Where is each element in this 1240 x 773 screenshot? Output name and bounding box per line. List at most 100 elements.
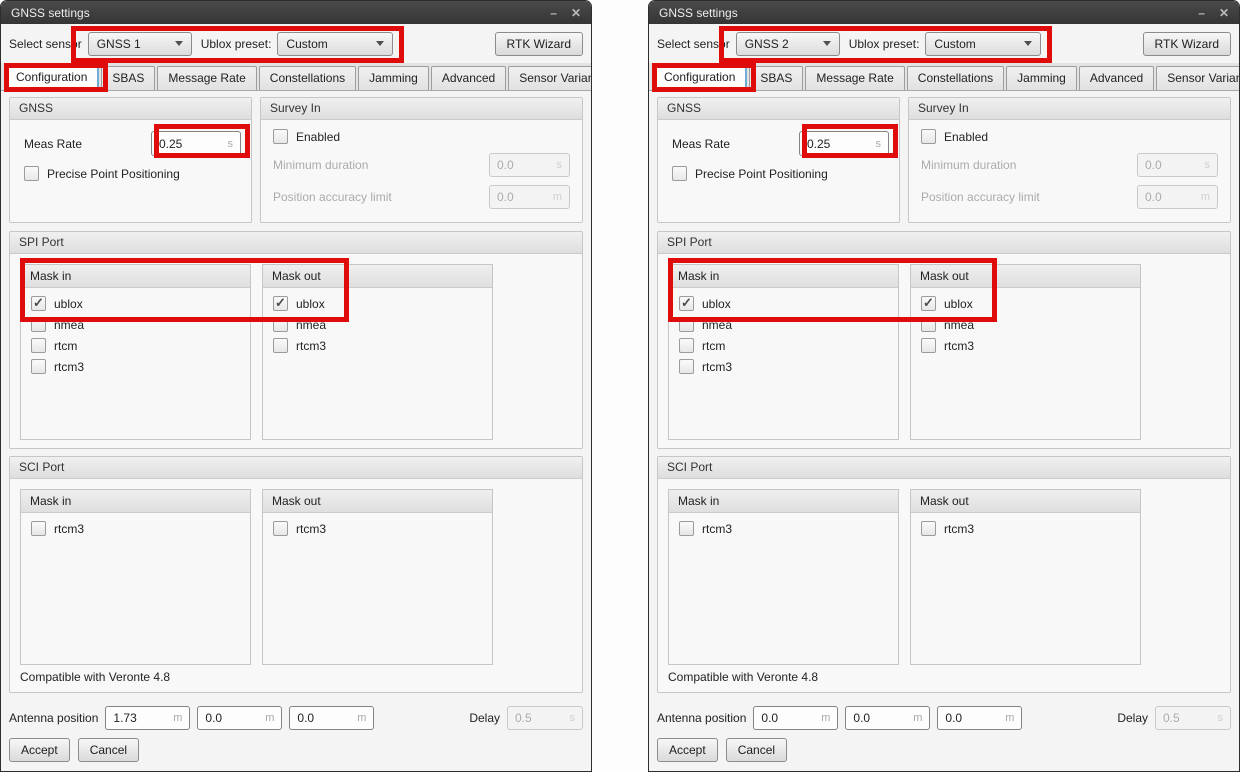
tab-jamming[interactable]: Jamming — [358, 66, 429, 90]
sensor-select-value: GNSS 1 — [97, 37, 141, 51]
minimize-icon[interactable]: – — [1198, 7, 1205, 19]
antenna-z-input[interactable]: 0.0 m — [937, 706, 1022, 730]
list-item: rtcm3 — [31, 359, 250, 374]
sci-port-group-title: SCI Port — [10, 457, 582, 479]
rtcm-checkbox[interactable] — [679, 338, 694, 353]
close-icon[interactable]: ✕ — [571, 7, 581, 19]
tabstrip: Configuration SBAS Message Rate Constell… — [649, 63, 1239, 91]
spi-mask-out-panel: Mask out ublox nmea rtcm3 — [910, 264, 1141, 440]
ublox-preset-label: Ublox preset: — [201, 37, 272, 51]
tab-advanced[interactable]: Advanced — [431, 66, 506, 90]
position-accuracy-limit-value: 0.0 — [497, 190, 514, 204]
survey-in-group: Survey In Enabled Minimum duration 0.0 s — [908, 97, 1231, 223]
rtcm3-checkbox[interactable] — [31, 521, 46, 536]
sci-port-group: SCI Port Mask in rtcm3 Mask out — [657, 456, 1231, 693]
tab-sensor-variance[interactable]: Sensor Variance — [1156, 66, 1240, 90]
antenna-x-unit: m — [173, 712, 182, 724]
compatibility-note: Compatible with Veronte 4.8 — [658, 665, 1230, 684]
rtk-wizard-button[interactable]: RTK Wizard — [1143, 32, 1231, 56]
list-item: rtcm3 — [679, 359, 898, 374]
survey-enabled-checkbox[interactable] — [273, 129, 288, 144]
cancel-button[interactable]: Cancel — [78, 738, 139, 762]
accept-button[interactable]: Accept — [657, 738, 718, 762]
rtcm3-label: rtcm3 — [54, 522, 84, 536]
spi-mask-out-panel: Mask out ublox nmea rtcm3 — [262, 264, 493, 440]
ublox-checkbox[interactable] — [921, 296, 936, 311]
list-item: rtcm3 — [273, 521, 492, 536]
nmea-checkbox[interactable] — [273, 317, 288, 332]
ublox-checkbox[interactable] — [273, 296, 288, 311]
list-item: ublox — [921, 296, 1140, 311]
sensor-toolbar: Select sensor GNSS 2 Ublox preset: Custo… — [649, 24, 1239, 63]
ublox-checkbox[interactable] — [31, 296, 46, 311]
antenna-x-input[interactable]: 0.0 m — [753, 706, 838, 730]
rtcm3-checkbox[interactable] — [921, 521, 936, 536]
ublox-checkbox[interactable] — [679, 296, 694, 311]
sci-port-group-title: SCI Port — [658, 457, 1230, 479]
antenna-z-unit: m — [357, 712, 366, 724]
cancel-button[interactable]: Cancel — [726, 738, 787, 762]
antenna-y-input[interactable]: 0.0 m — [197, 706, 282, 730]
rtcm3-label: rtcm3 — [944, 522, 974, 536]
titlebar[interactable]: GNSS settings – ✕ — [649, 1, 1239, 24]
accept-button[interactable]: Accept — [9, 738, 70, 762]
rtcm3-checkbox[interactable] — [679, 521, 694, 536]
tab-message-rate[interactable]: Message Rate — [157, 66, 256, 90]
spi-port-group-title: SPI Port — [10, 232, 582, 254]
close-icon[interactable]: ✕ — [1219, 7, 1229, 19]
list-item: rtcm3 — [273, 338, 492, 353]
nmea-checkbox[interactable] — [679, 317, 694, 332]
tab-constellations[interactable]: Constellations — [907, 66, 1004, 90]
tab-sbas[interactable]: SBAS — [101, 66, 155, 90]
delay-label: Delay — [1117, 711, 1148, 725]
ublox-preset-select[interactable]: Custom — [925, 32, 1041, 56]
tab-message-rate[interactable]: Message Rate — [805, 66, 904, 90]
rtcm3-checkbox[interactable] — [679, 359, 694, 374]
spi-port-group: SPI Port Mask in ublox nmea — [9, 231, 583, 449]
minimize-icon[interactable]: – — [550, 7, 557, 19]
precise-point-positioning-checkbox[interactable] — [24, 166, 39, 181]
spi-port-group: SPI Port Mask in ublox nmea — [657, 231, 1231, 449]
ublox-preset-select[interactable]: Custom — [277, 32, 393, 56]
antenna-z-input[interactable]: 0.0 m — [289, 706, 374, 730]
precise-point-positioning-label: Precise Point Positioning — [47, 167, 180, 181]
minimum-duration-value: 0.0 — [497, 158, 514, 172]
sensor-select[interactable]: GNSS 1 — [88, 32, 192, 56]
tab-constellations[interactable]: Constellations — [259, 66, 356, 90]
list-item: rtcm3 — [921, 338, 1140, 353]
delay-input: 0.5 s — [507, 706, 583, 730]
nmea-checkbox[interactable] — [921, 317, 936, 332]
survey-in-group: Survey In Enabled Minimum duration 0.0 s — [260, 97, 583, 223]
position-accuracy-limit-unit: m — [553, 191, 562, 203]
ublox-preset-value: Custom — [934, 37, 975, 51]
meas-rate-input[interactable]: 0.25 s — [151, 131, 241, 156]
meas-rate-input[interactable]: 0.25 s — [799, 131, 889, 156]
tab-advanced[interactable]: Advanced — [1079, 66, 1154, 90]
tab-sbas[interactable]: SBAS — [749, 66, 803, 90]
antenna-x-input[interactable]: 1.73 m — [105, 706, 190, 730]
rtcm3-checkbox[interactable] — [31, 359, 46, 374]
tab-jamming[interactable]: Jamming — [1006, 66, 1077, 90]
sci-mask-in-panel: Mask in rtcm3 — [20, 489, 251, 665]
precise-point-positioning-checkbox[interactable] — [672, 166, 687, 181]
rtcm3-checkbox[interactable] — [921, 338, 936, 353]
antenna-y-input[interactable]: 0.0 m — [845, 706, 930, 730]
rtk-wizard-button[interactable]: RTK Wizard — [495, 32, 583, 56]
tab-sensor-variance[interactable]: Sensor Variance — [508, 66, 592, 90]
sensor-select[interactable]: GNSS 2 — [736, 32, 840, 56]
list-item: ublox — [31, 296, 250, 311]
meas-rate-label: Meas Rate — [672, 137, 730, 151]
survey-enabled-checkbox[interactable] — [921, 129, 936, 144]
rtcm3-checkbox[interactable] — [273, 338, 288, 353]
position-accuracy-limit-unit: m — [1201, 191, 1210, 203]
tab-configuration[interactable]: Configuration — [652, 63, 747, 90]
nmea-checkbox[interactable] — [31, 317, 46, 332]
rtcm3-checkbox[interactable] — [273, 521, 288, 536]
rtcm-checkbox[interactable] — [31, 338, 46, 353]
survey-enabled-label: Enabled — [296, 130, 340, 144]
gnss-settings-window: GNSS settings – ✕ Select sensor GNSS 1 U… — [0, 0, 592, 772]
position-accuracy-limit-input: 0.0 m — [1137, 185, 1218, 209]
spi-mask-in-title: Mask in — [21, 265, 250, 288]
tab-configuration[interactable]: Configuration — [4, 63, 99, 90]
titlebar[interactable]: GNSS settings – ✕ — [1, 1, 591, 24]
